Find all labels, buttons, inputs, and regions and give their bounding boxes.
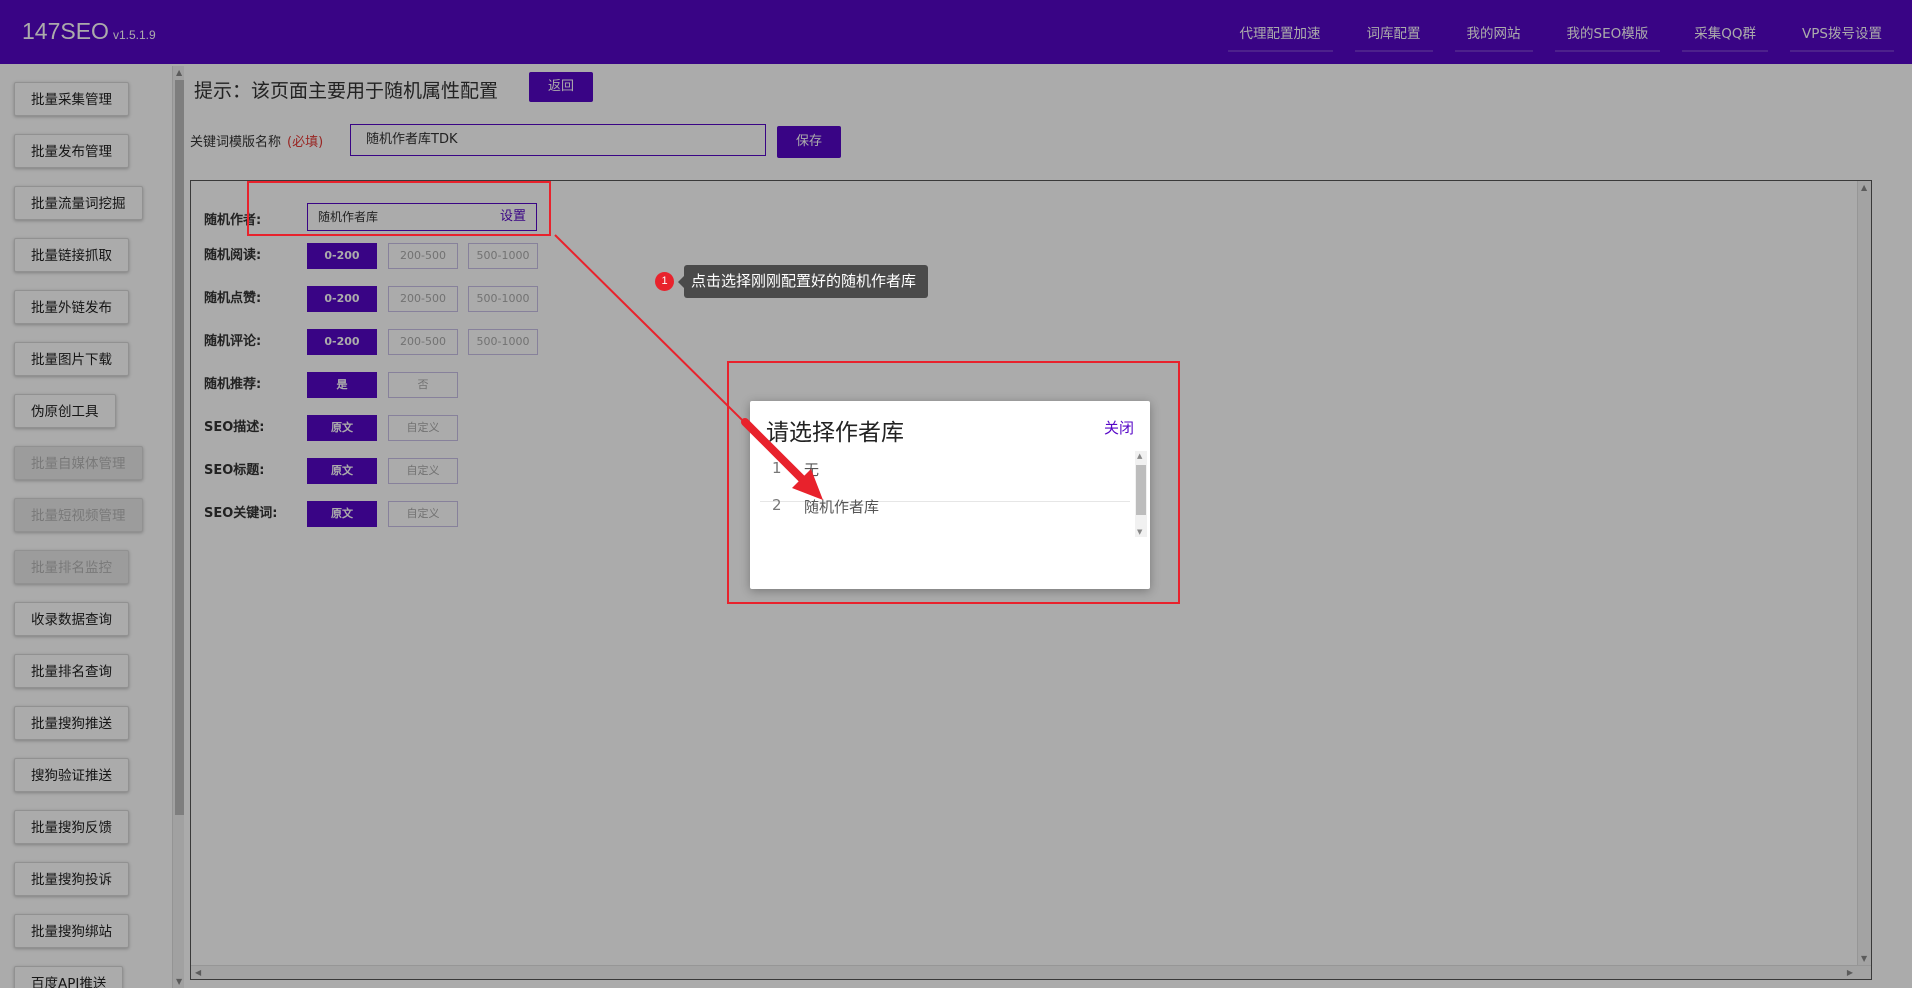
highlight-author-field — [247, 181, 551, 236]
instruction-callout: 点击选择刚刚配置好的随机作者库 — [677, 265, 929, 298]
highlight-dialog — [727, 361, 1180, 604]
step-badge: 1 — [655, 272, 674, 291]
